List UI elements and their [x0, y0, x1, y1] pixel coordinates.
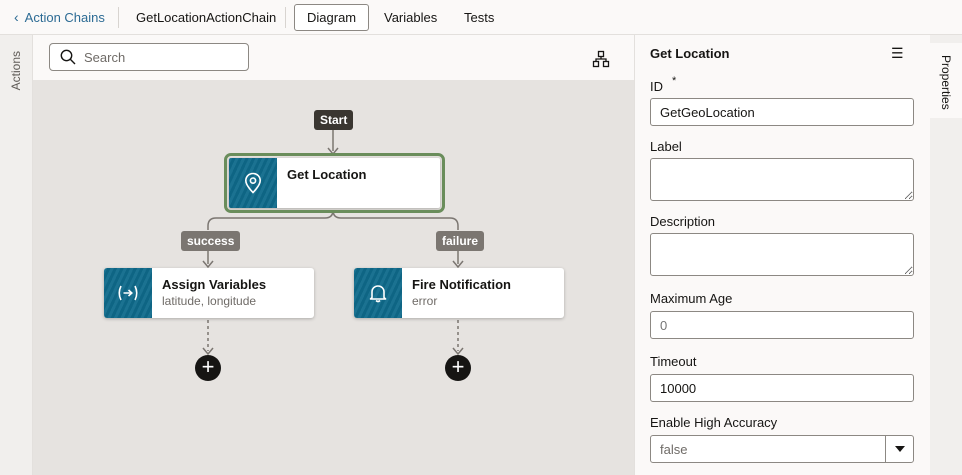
assign-variables-node[interactable]: Assign Variables latitude, longitude [104, 268, 314, 318]
chevron-left-icon: ‹ [14, 9, 19, 25]
back-to-action-chains-link[interactable]: ‹ Action Chains [14, 10, 105, 25]
label-label: Label [650, 139, 682, 154]
description-label: Description [650, 214, 716, 229]
fire-notification-node[interactable]: Fire Notification error [354, 268, 564, 318]
back-link-label: Action Chains [24, 10, 105, 25]
connector-lines [202, 130, 464, 356]
add-action-success-button[interactable]: + [195, 355, 221, 381]
hamburger-menu-icon[interactable]: ☰ [891, 45, 904, 62]
id-label: ID [650, 79, 663, 94]
high-accuracy-value: false [660, 441, 688, 457]
timeout-label: Timeout [650, 354, 697, 369]
tab-diagram[interactable]: Diagram [294, 4, 370, 31]
add-action-failure-button[interactable]: + [445, 355, 471, 381]
actions-rail: Actions [0, 35, 33, 475]
node-title: Get Location [287, 167, 367, 182]
properties-panel: Get Location ☰ ID * Label Description Ma… [634, 35, 930, 475]
actions-rail-tab[interactable]: Actions [9, 51, 23, 90]
timeout-field[interactable] [650, 374, 914, 402]
tab-tests[interactable]: Tests [451, 4, 507, 31]
action-chain-name: GetLocationActionChain [136, 10, 277, 25]
maximum-age-field[interactable] [650, 311, 914, 339]
bell-icon [354, 268, 402, 318]
start-label: Start [314, 110, 354, 130]
label-field[interactable] [650, 158, 914, 201]
get-location-node[interactable]: Get Location [224, 153, 445, 213]
required-marker: * [672, 75, 677, 87]
properties-rail: Properties [930, 35, 962, 475]
divider [285, 7, 286, 28]
properties-rail-label: Properties [939, 55, 953, 110]
maximum-age-label: Maximum Age [650, 291, 733, 306]
failure-branch-label: failure [436, 231, 485, 251]
success-branch-label: success [181, 231, 241, 251]
diagram-canvas[interactable]: Start Get Location success failure [33, 35, 634, 475]
node-title: Fire Notification [412, 277, 511, 292]
id-field[interactable] [650, 98, 914, 126]
properties-rail-tab[interactable]: Properties [930, 43, 962, 118]
tab-variables[interactable]: Variables [371, 4, 450, 31]
high-accuracy-label: Enable High Accuracy [650, 415, 778, 430]
node-subtitle: error [412, 294, 438, 308]
high-accuracy-select[interactable]: false [650, 435, 914, 463]
properties-title: Get Location [650, 46, 730, 61]
node-title: Assign Variables [162, 277, 267, 292]
top-bar: ‹ Action Chains GetLocationActionChain D… [0, 0, 962, 35]
caret-down-icon[interactable] [885, 436, 913, 462]
flow-diagram: Start Get Location success failure Assig… [33, 35, 634, 475]
description-field[interactable] [650, 233, 914, 276]
divider [118, 7, 119, 28]
assign-variables-icon [104, 268, 152, 318]
location-pin-icon [229, 158, 277, 208]
node-subtitle: latitude, longitude [162, 294, 257, 308]
